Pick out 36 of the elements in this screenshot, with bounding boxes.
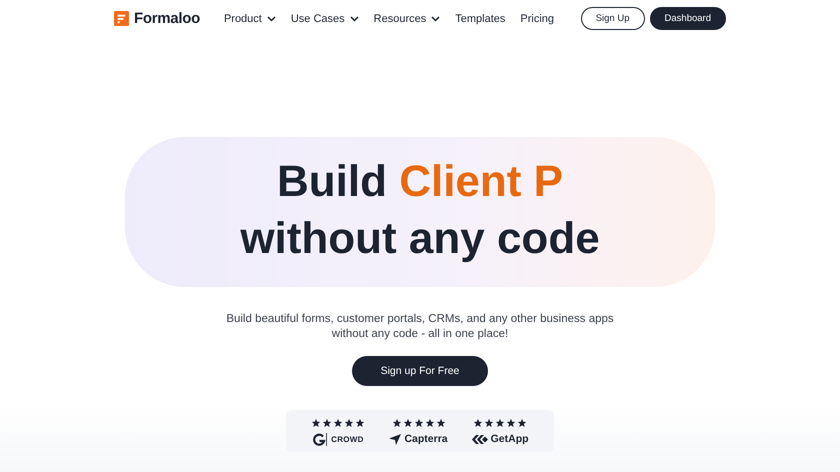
sign-up-button[interactable]: Sign Up — [580, 7, 645, 30]
headline: Build Client P without any code — [125, 137, 715, 287]
review-site-name: GetApp — [490, 433, 529, 445]
subtitle: Build beautiful forms, customer portals, CRMs, and any other business apps without any code - all in one place! — [225, 312, 615, 342]
star-icon — [355, 418, 366, 428]
nav-link[interactable]: Templates — [455, 12, 506, 24]
dashboard-button[interactable]: Dashboard — [650, 7, 726, 30]
star-icon — [517, 418, 528, 428]
chevron-down-icon — [431, 16, 440, 22]
star-icon — [311, 418, 322, 428]
nav-link[interactable]: Resources — [374, 12, 440, 24]
review-site-name: CROWD — [331, 434, 364, 444]
g-logo-icon — [313, 432, 328, 446]
star-icon — [436, 418, 446, 428]
star-icon — [333, 418, 344, 428]
star-icon — [473, 418, 484, 428]
nav-link[interactable]: Pricing — [520, 12, 554, 24]
star-icon — [484, 418, 494, 428]
logo-icon — [114, 11, 129, 26]
star-icon — [344, 418, 354, 428]
chevron-down-icon — [266, 16, 276, 22]
chevron-down-icon — [350, 16, 359, 22]
star-icon — [495, 418, 506, 428]
star-icon — [414, 418, 424, 428]
star-icon — [506, 418, 516, 428]
arrow-logo-icon — [389, 434, 402, 444]
brand-name[interactable]: Formaloo — [134, 10, 200, 27]
star-icon — [392, 418, 402, 428]
review-site-name: Capterra — [404, 433, 448, 445]
nav-link[interactable]: Product — [224, 12, 276, 24]
star-icon — [322, 418, 332, 428]
star-icon — [424, 418, 435, 428]
nav-link[interactable]: Use Cases — [290, 12, 359, 24]
chevrons-logo-icon — [472, 434, 488, 444]
signup-free-button[interactable]: Sign up For Free — [352, 356, 488, 386]
star-icon — [402, 418, 413, 428]
